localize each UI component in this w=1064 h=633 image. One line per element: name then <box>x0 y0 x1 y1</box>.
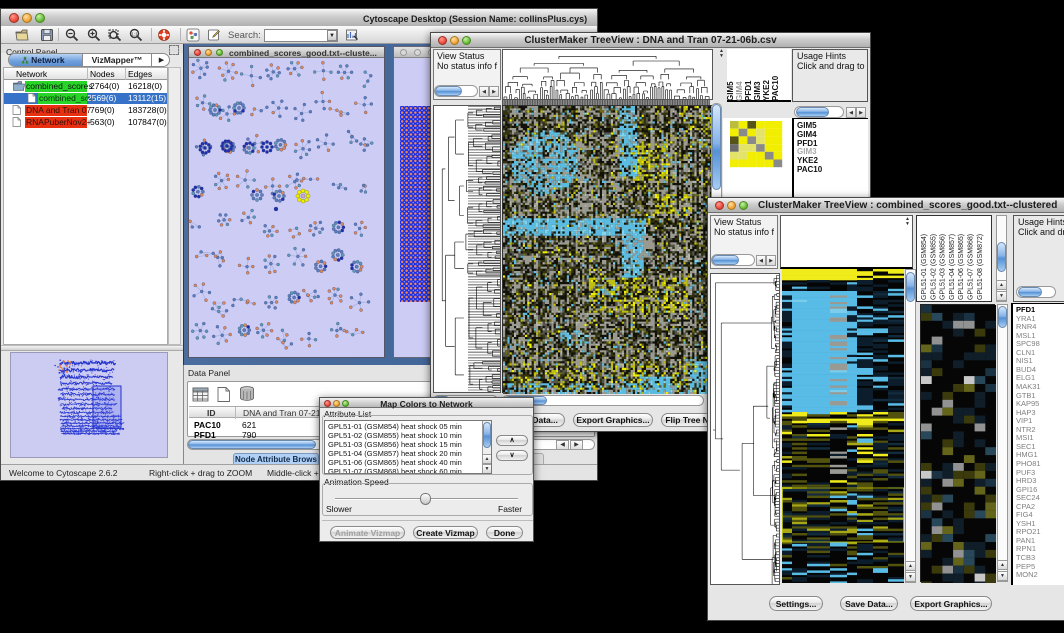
svg-text:GIM4: GIM4 <box>735 81 744 101</box>
svg-text:GPL51-03 (GSM856): GPL51-03 (GSM856) <box>940 234 947 300</box>
svg-text:GPL51-02 (GSM855): GPL51-02 (GSM855) <box>930 234 937 300</box>
svg-text:1:1: 1:1 <box>131 32 138 37</box>
svg-text:GPL51-08 (GSM872): GPL51-08 (GSM872) <box>977 234 984 300</box>
svg-text:YKE2: YKE2 <box>762 80 771 101</box>
svg-text:GPL51-07 (GSM868): GPL51-07 (GSM868) <box>968 234 975 300</box>
svg-text:GPL51-06 (GSM865): GPL51-06 (GSM865) <box>958 234 965 300</box>
svg-text:PFD1: PFD1 <box>744 80 753 101</box>
svg-text:PAC10: PAC10 <box>771 75 780 101</box>
svg-text:GIM5: GIM5 <box>727 81 735 101</box>
svg-text:GPL51-04 (GSM857): GPL51-04 (GSM857) <box>949 234 956 300</box>
svg-text:GPL51-01 (GSM854): GPL51-01 (GSM854) <box>921 234 928 300</box>
svg-text:GIM3: GIM3 <box>753 81 762 101</box>
